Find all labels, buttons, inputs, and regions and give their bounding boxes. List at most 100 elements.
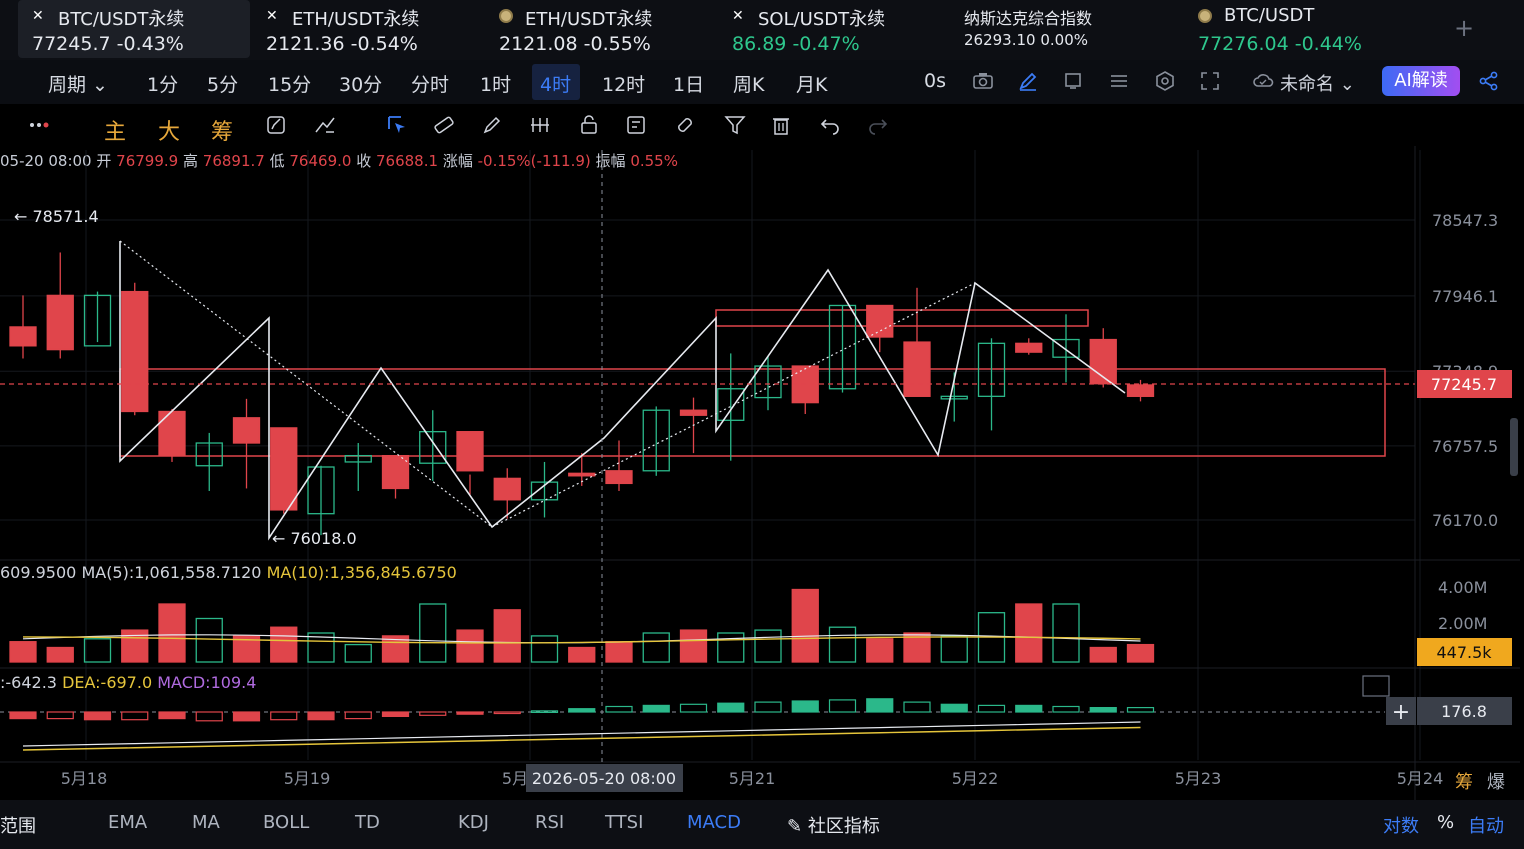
price-tick-label: 77946.1: [1432, 287, 1498, 306]
indicator-kdj[interactable]: KDJ: [458, 812, 489, 833]
macd-bar: [679, 703, 708, 713]
indicator-ma[interactable]: MA: [192, 812, 220, 833]
candle[interactable]: [679, 409, 708, 416]
indicator-macd[interactable]: MACD: [687, 812, 741, 833]
liquidation-toggle[interactable]: 爆: [1487, 768, 1505, 794]
macd-bar: [866, 698, 894, 713]
candle[interactable]: [977, 342, 1006, 397]
x-tick-label: 5月19: [284, 769, 331, 788]
candle[interactable]: [642, 409, 670, 472]
indicator-ttsi[interactable]: TTSI: [605, 812, 643, 833]
indicator-ema[interactable]: EMA: [108, 812, 147, 833]
range-button[interactable]: 范围: [0, 812, 36, 838]
macd-bar: [1052, 705, 1080, 713]
candle[interactable]: [568, 472, 596, 477]
macd-bar: [270, 711, 298, 721]
volume-bar: [158, 603, 186, 663]
range-box-small[interactable]: [715, 309, 1089, 327]
macd-current-label: 176.8: [1441, 702, 1487, 721]
expand-icon[interactable]: [1362, 675, 1390, 697]
volume-tick: 2.00M: [1438, 614, 1487, 633]
candle[interactable]: [270, 427, 298, 511]
candle[interactable]: [195, 442, 223, 467]
candle[interactable]: [456, 431, 484, 472]
candle[interactable]: [121, 290, 149, 413]
x-tick-label: 5月18: [61, 769, 108, 788]
candle[interactable]: [903, 341, 931, 397]
macd-bar: [307, 711, 335, 721]
candle[interactable]: [940, 395, 968, 400]
volume-bar: [493, 609, 521, 663]
macd-bar: [717, 702, 745, 713]
community-indicators-button[interactable]: ✎ 社区指标: [787, 812, 880, 838]
macd-bar: [940, 703, 968, 713]
chip-toggle[interactable]: 筹: [1455, 768, 1473, 794]
candle[interactable]: [717, 388, 745, 421]
candle[interactable]: [83, 294, 112, 347]
candle[interactable]: [46, 294, 74, 351]
candle[interactable]: [493, 477, 521, 501]
macd-bar: [568, 708, 596, 713]
volume-bar: [754, 629, 782, 663]
high-annotation: ← 78571.4: [14, 207, 99, 226]
macd-bar: [1089, 706, 1117, 713]
volume-bar: [828, 626, 857, 663]
volume-bar: [568, 646, 596, 663]
candle[interactable]: [419, 431, 447, 464]
macd-bar: [9, 711, 37, 720]
candle[interactable]: [381, 454, 410, 490]
volume-bar: [940, 635, 968, 663]
candle[interactable]: [828, 304, 857, 390]
macd-bar: [195, 711, 223, 722]
volume-bar: [344, 643, 372, 663]
volume-bar: [1015, 603, 1043, 663]
volume-bar: [1126, 643, 1155, 663]
candle[interactable]: [866, 304, 894, 338]
volume-bar: [9, 641, 37, 663]
macd-bar: [791, 700, 819, 713]
indicator-td[interactable]: TD: [355, 812, 380, 833]
x-tick-label: 5月22: [952, 769, 999, 788]
volume-bar: [679, 629, 708, 663]
candle[interactable]: [1015, 342, 1043, 353]
macd-bar: [493, 711, 521, 715]
macd-bar: [121, 711, 149, 721]
indicator-bar: [0, 800, 1524, 849]
macd-bar: [754, 701, 782, 713]
macd-bar: [456, 711, 484, 715]
price-chart[interactable]: ← 78571.4 ← 76018.0 78547.377946.177348.…: [0, 0, 1524, 800]
price-tick-label: 78547.3: [1432, 211, 1498, 230]
volume-bar: [605, 641, 633, 663]
scroll-handle[interactable]: [1510, 418, 1518, 476]
indicator-rsi[interactable]: RSI: [535, 812, 564, 833]
auto-scale-toggle[interactable]: 自动: [1468, 812, 1504, 838]
volume-bar: [717, 632, 745, 663]
volume-bar: [195, 617, 223, 663]
edit-icon: ✎: [787, 816, 803, 837]
x-tick-label: 5月: [502, 769, 528, 788]
volume-bar: [866, 638, 894, 663]
price-tick-label: 76170.0: [1432, 511, 1498, 530]
candle[interactable]: [344, 454, 372, 463]
candle[interactable]: [605, 470, 633, 485]
percent-scale-toggle[interactable]: %: [1437, 812, 1454, 833]
candle[interactable]: [754, 365, 782, 399]
candle[interactable]: [158, 410, 186, 457]
macd-bar: [381, 711, 410, 718]
candle[interactable]: [1126, 384, 1155, 397]
range-box-large[interactable]: [119, 368, 1386, 457]
volume-bar: [642, 632, 670, 663]
volume-bar: [83, 638, 112, 663]
macd-bar: [530, 710, 559, 714]
indicator-boll[interactable]: BOLL: [263, 812, 309, 833]
low-annotation: ← 76018.0: [272, 529, 357, 548]
macd-bar: [232, 711, 261, 722]
macd-bar: [344, 711, 372, 720]
candle[interactable]: [9, 326, 37, 347]
volume-bar: [46, 646, 74, 663]
volume-bar: [530, 635, 559, 663]
candle[interactable]: [232, 417, 261, 444]
log-scale-toggle[interactable]: 对数: [1383, 812, 1419, 838]
volume-bar: [791, 588, 819, 663]
plus-icon: +: [1392, 700, 1410, 725]
